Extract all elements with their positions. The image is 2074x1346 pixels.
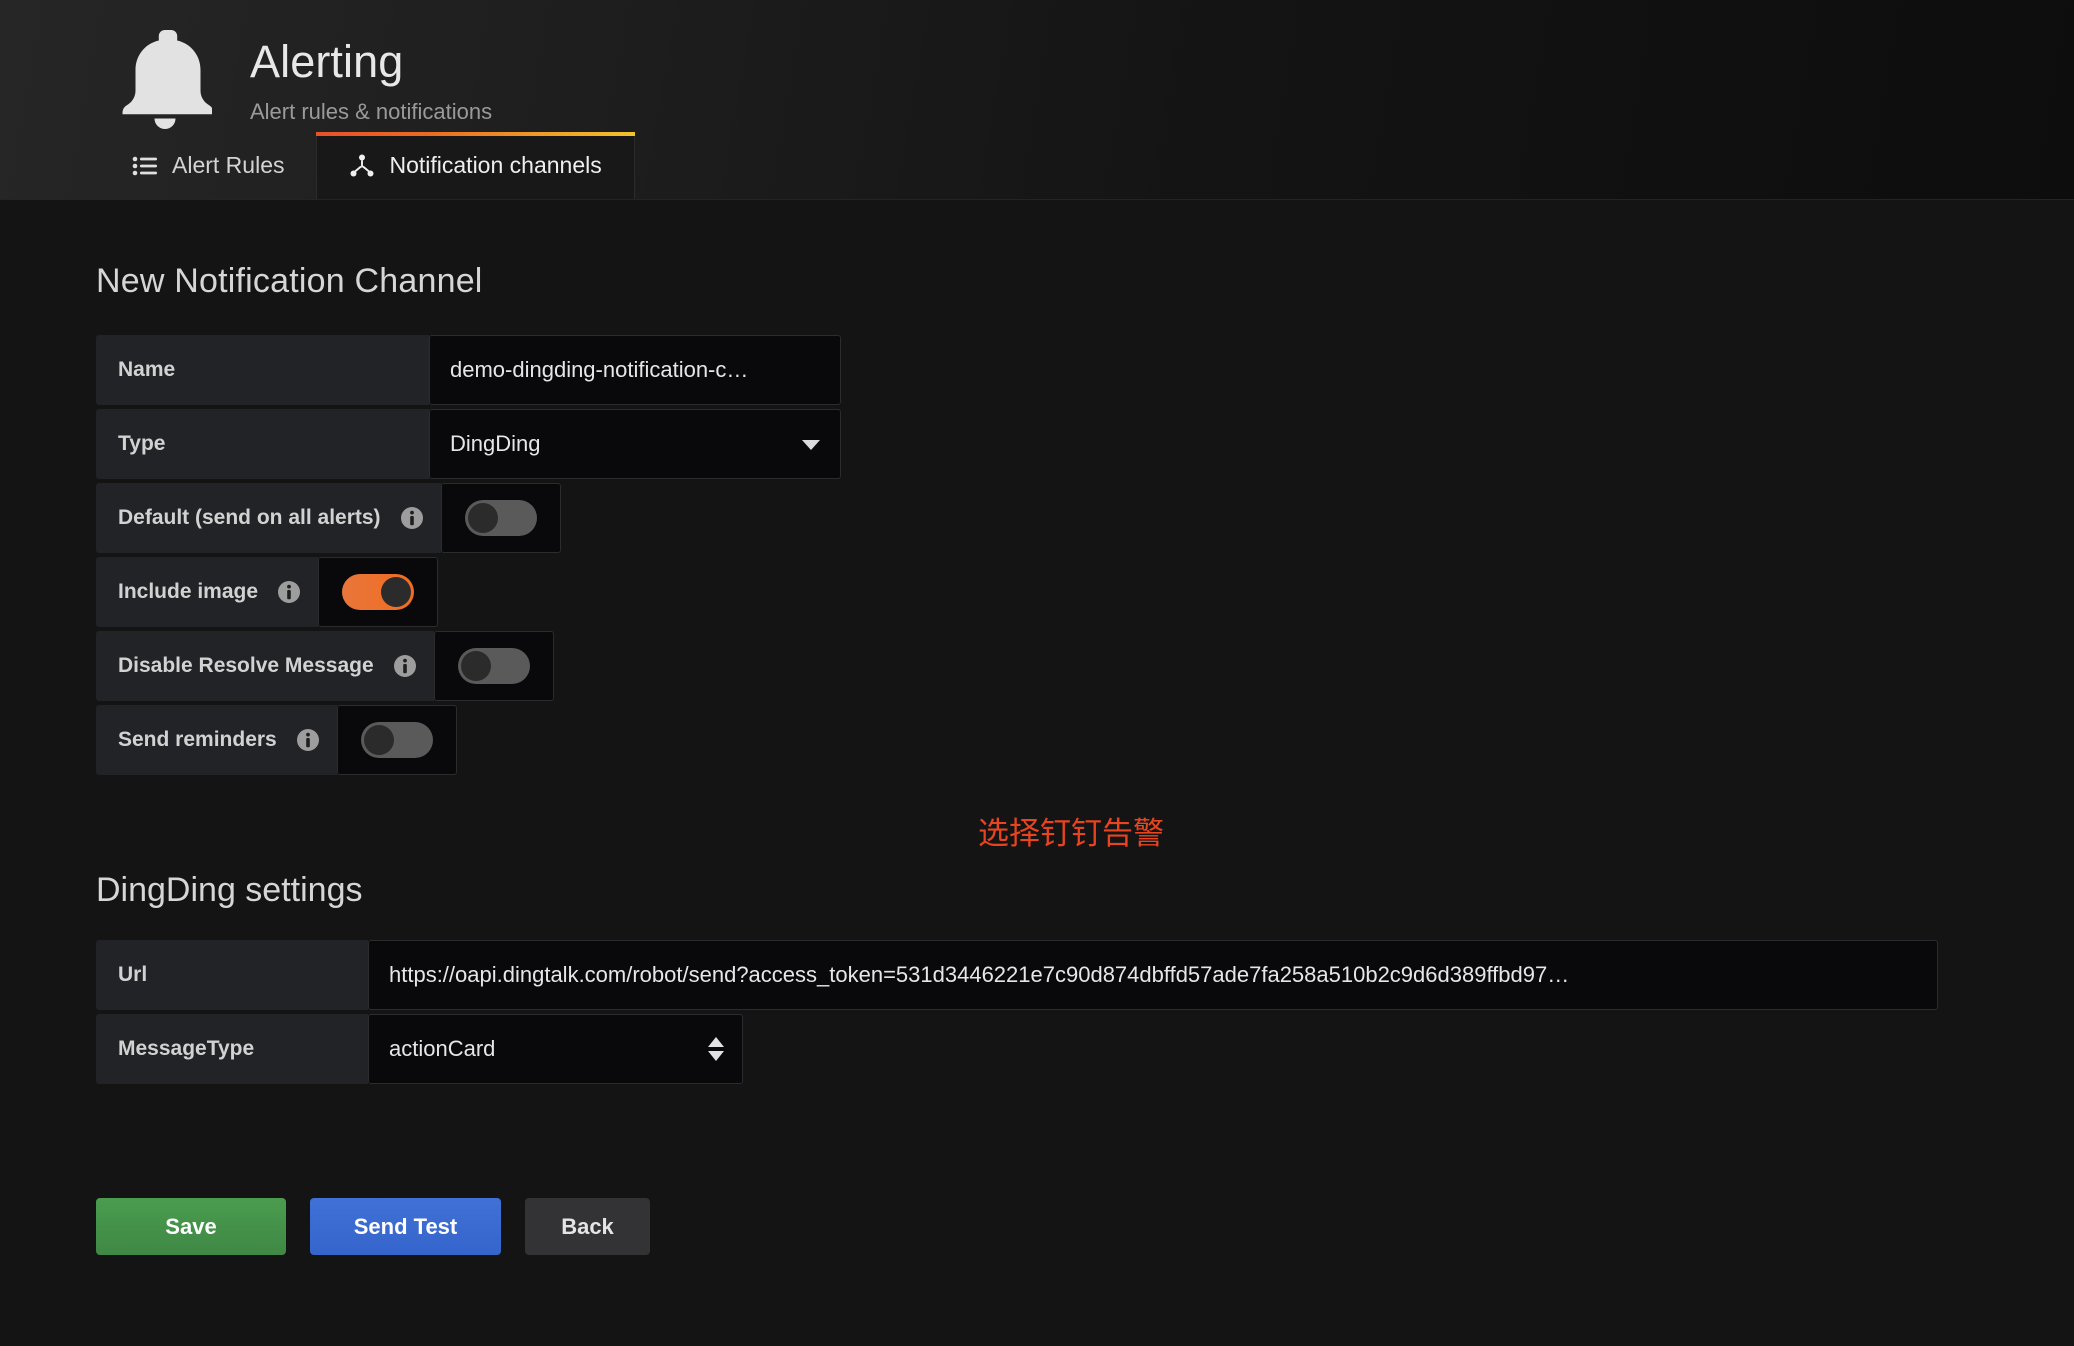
send-reminders-label-text: Send reminders — [118, 728, 277, 751]
page-title: Alerting — [250, 36, 404, 87]
disable-resolve-label-text: Disable Resolve Message — [118, 654, 374, 677]
dingding-settings-title: DingDing settings — [96, 871, 363, 909]
section-title: New Notification Channel — [96, 262, 483, 300]
tab-alert-rules[interactable]: Alert Rules — [100, 132, 316, 199]
default-label: Default (send on all alerts) — [96, 483, 441, 553]
header-text: Alerting Alert rules & notifications — [250, 22, 492, 125]
page-subtitle: Alert rules & notifications — [250, 98, 493, 124]
form-row-type: Type DingDing — [96, 409, 2074, 479]
info-icon[interactable] — [295, 727, 321, 753]
default-toggle[interactable] — [440, 483, 561, 553]
share-nodes-icon — [349, 153, 375, 179]
form-row-send-reminders: Send reminders — [96, 705, 2074, 775]
send-test-button[interactable]: Send Test — [310, 1198, 501, 1255]
include-image-toggle[interactable] — [318, 557, 439, 627]
include-image-label: Include image — [96, 557, 319, 627]
bell-icon — [118, 26, 212, 130]
tab-notification-channels-label: Notification channels — [389, 152, 602, 178]
url-label-text: Url — [118, 963, 148, 986]
disable-resolve-toggle[interactable] — [433, 631, 554, 701]
main-content: New Notification Channel Name demo-dingd… — [0, 200, 2074, 1255]
form-row-url: Url https://oapi.dingtalk.com/robot/send… — [96, 940, 2074, 1010]
disable-resolve-label: Disable Resolve Message — [96, 631, 434, 701]
form-actions: Save Send Test Back — [96, 1198, 2074, 1255]
name-input-value: demo-dingding-notification-c… — [450, 357, 749, 382]
save-button[interactable]: Save — [96, 1198, 286, 1255]
include-image-switch — [342, 574, 415, 610]
type-select[interactable]: DingDing — [429, 409, 841, 479]
default-switch — [464, 500, 537, 536]
include-image-label-text: Include image — [118, 580, 259, 603]
tab-bar: Alert Rules Notification channels — [0, 132, 2074, 200]
send-reminders-label: Send reminders — [96, 705, 337, 775]
name-label-text: Name — [118, 358, 176, 381]
form-row-message-type: MessageType actionCard — [96, 1014, 2074, 1084]
tab-notification-channels[interactable]: Notification channels — [316, 132, 635, 199]
name-input[interactable]: demo-dingding-notification-c… — [429, 335, 841, 405]
message-type-label: MessageType — [96, 1014, 368, 1084]
tab-alert-rules-label: Alert Rules — [172, 152, 285, 178]
chevron-down-icon — [802, 440, 820, 450]
default-label-text: Default (send on all alerts) — [118, 506, 381, 529]
form-row-disable-resolve: Disable Resolve Message — [96, 631, 2074, 701]
message-type-label-text: MessageType — [118, 1037, 255, 1060]
dingding-settings-block: DingDing settings 钉钉群机器人 WebHook 地址 Url … — [96, 871, 2074, 1084]
message-type-value: actionCard — [389, 1036, 496, 1061]
name-label: Name — [96, 335, 429, 405]
send-reminders-toggle[interactable] — [336, 705, 457, 775]
form-row-default: Default (send on all alerts) — [96, 483, 2074, 553]
type-label-text: Type — [118, 432, 166, 455]
annotation-select-dingding: 选择钉钉告警 — [978, 816, 1164, 852]
info-icon[interactable] — [392, 653, 418, 679]
type-select-value: DingDing — [450, 431, 541, 456]
back-button[interactable]: Back — [525, 1198, 650, 1255]
form-row-include-image: Include image — [96, 557, 2074, 627]
disable-resolve-switch — [457, 648, 530, 684]
info-icon[interactable] — [399, 505, 425, 531]
notification-channel-form: Name demo-dingding-notification-c… Type … — [96, 335, 2074, 850]
type-label: Type — [96, 409, 429, 479]
form-row-name: Name demo-dingding-notification-c… — [96, 335, 2074, 405]
info-icon[interactable] — [276, 579, 302, 605]
url-label: Url — [96, 940, 368, 1010]
message-type-select[interactable]: actionCard — [368, 1014, 743, 1084]
list-icon — [132, 153, 158, 179]
url-input-value: https://oapi.dingtalk.com/robot/send?acc… — [389, 962, 1570, 987]
page-header: Alerting Alert rules & notifications Ale… — [0, 0, 2074, 200]
url-input[interactable]: https://oapi.dingtalk.com/robot/send?acc… — [368, 940, 1938, 1010]
spinner-arrows-icon — [708, 1037, 724, 1061]
send-reminders-switch — [360, 722, 433, 758]
